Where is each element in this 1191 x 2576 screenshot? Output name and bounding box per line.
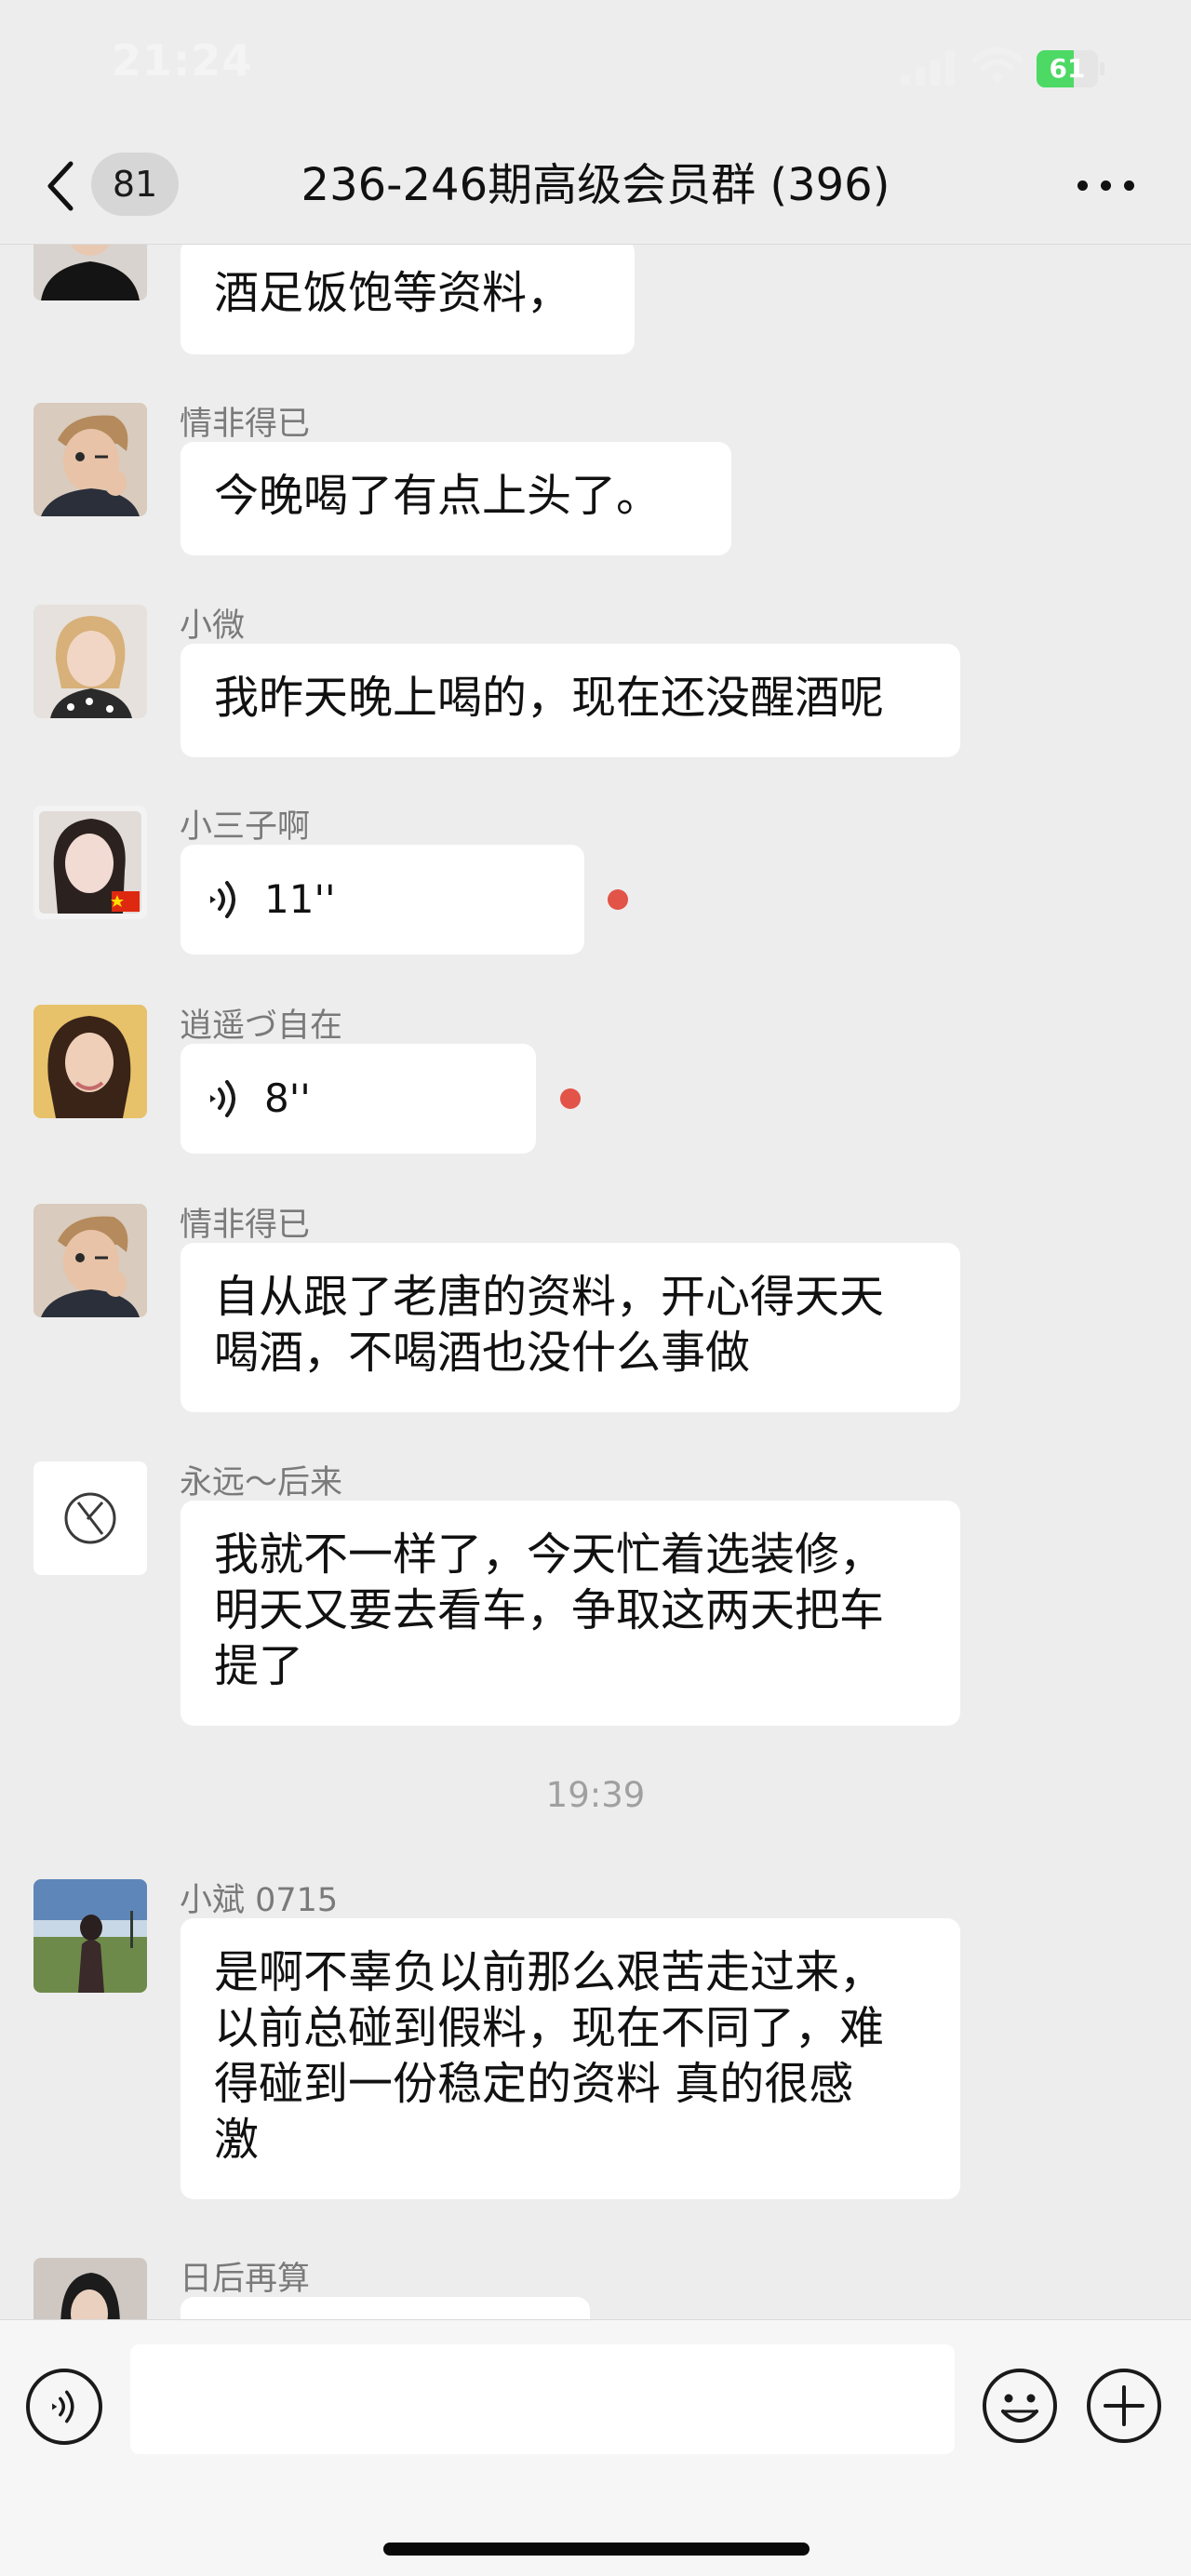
- message-bubble[interactable]: 我就不一样了，今天忙着选装修， 明天又要去看车，争取这两天把车 提了: [181, 1501, 960, 1726]
- avatar[interactable]: [33, 605, 147, 718]
- avatar[interactable]: [33, 1462, 147, 1575]
- voice-input-icon: [52, 2390, 74, 2423]
- message-bubble[interactable]: 酒足饭饱等资料，: [181, 245, 635, 354]
- message-text-line: 喝酒，不喝酒也没什么事做: [214, 1327, 751, 1379]
- voice-message-bubble[interactable]: 8'': [181, 1044, 536, 1154]
- unread-dot: [608, 889, 628, 910]
- home-indicator[interactable]: [383, 2543, 810, 2556]
- sender-name: 小微: [180, 607, 246, 645]
- sender-name: 日后再算: [180, 2261, 311, 2298]
- message-text-line: 以前总碰到假料，现在不同了，难: [214, 2002, 885, 2054]
- input-bar: [0, 2319, 1191, 2576]
- message-text-line: 提了: [214, 1640, 304, 1692]
- avatar[interactable]: [33, 2258, 147, 2319]
- avatar[interactable]: [33, 245, 147, 300]
- voice-icon: [210, 881, 235, 918]
- voice-duration: 8'': [264, 1075, 311, 1121]
- time-divider: 19:39: [545, 1775, 646, 1815]
- signal-icon: [901, 48, 958, 86]
- avatar[interactable]: [33, 1879, 147, 1993]
- message-input[interactable]: [130, 2344, 955, 2454]
- status-time: 21:24: [112, 35, 253, 86]
- emoji-icon[interactable]: [981, 2367, 1059, 2445]
- plus-icon[interactable]: [1085, 2367, 1163, 2445]
- message-text: 今晚喝了有点上头了。: [214, 470, 662, 522]
- sender-name: 情非得已: [180, 1207, 311, 1244]
- message-text-line: 是啊不辜负以前那么艰苦走过来，: [214, 1946, 885, 1998]
- sender-name: 情非得已: [180, 406, 311, 443]
- voice-input-button[interactable]: [26, 2369, 102, 2445]
- message-text-line: 得碰到一份稳定的资料 真的很感: [214, 2058, 854, 2110]
- chat-screen: 21:24 61 81 236-246期高级会员群 (396) 酒足饭饱等资料，…: [0, 0, 1191, 2576]
- message-bubble[interactable]: 自从跟了老唐的资料，开心得天天 喝酒，不喝酒也没什么事做: [181, 1243, 960, 1412]
- message-text: 我昨天晚上喝的，现在还没醒酒呢: [214, 672, 885, 724]
- sender-name: 逍遥づ自在: [180, 1008, 343, 1045]
- unread-dot: [560, 1088, 581, 1109]
- status-bar: 21:24 61: [0, 0, 1191, 130]
- message-bubble[interactable]: 今晚喝了有点上头了。: [181, 442, 731, 555]
- avatar[interactable]: [33, 806, 147, 919]
- battery-level: 61: [1049, 53, 1086, 84]
- message-text-line: 我就不一样了，今天忙着选装修，: [214, 1528, 885, 1581]
- battery-icon: 61: [1037, 50, 1105, 87]
- message-text-line: 明天又要去看车，争取这两天把车: [214, 1584, 885, 1636]
- message-bubble[interactable]: 是啊不辜负以前那么艰苦走过来， 以前总碰到假料，现在不同了，难 得碰到一份稳定的…: [181, 1918, 960, 2199]
- sender-name: 永远～后来: [180, 1464, 343, 1502]
- voice-icon: [210, 1080, 235, 1117]
- message-text: 酒足饭饱等资料，: [214, 267, 572, 319]
- broken-image-icon: [64, 1492, 116, 1544]
- avatar[interactable]: [33, 403, 147, 516]
- message-bubble[interactable]: 我昨天晚上喝的，现在还没醒酒呢: [181, 644, 960, 757]
- group-title: 236-246期高级会员群 (396): [301, 159, 890, 211]
- sender-name: 小三子啊: [180, 808, 311, 846]
- avatar[interactable]: [33, 1005, 147, 1118]
- message-text-line: 自从跟了老唐的资料，开心得天天: [214, 1271, 885, 1323]
- sender-name: 小斌 0715: [180, 1882, 339, 1919]
- voice-duration: 11'': [264, 876, 336, 922]
- voice-message-bubble[interactable]: 11'': [181, 845, 584, 954]
- unread-count-badge[interactable]: 81: [91, 153, 179, 216]
- avatar[interactable]: [33, 1204, 147, 1317]
- message-list[interactable]: 酒足饭饱等资料， 情非得已 今晚喝了有点上头了。 小微 我昨天晚上喝的，现在还没…: [0, 245, 1191, 2319]
- more-icon[interactable]: [1077, 179, 1135, 194]
- nav-bar: 81 236-246期高级会员群 (396): [0, 130, 1191, 245]
- back-icon[interactable]: [41, 158, 78, 214]
- message-bubble[interactable]: [181, 2297, 590, 2319]
- message-text-line: 激: [214, 2114, 260, 2166]
- wifi-icon: [973, 47, 1022, 84]
